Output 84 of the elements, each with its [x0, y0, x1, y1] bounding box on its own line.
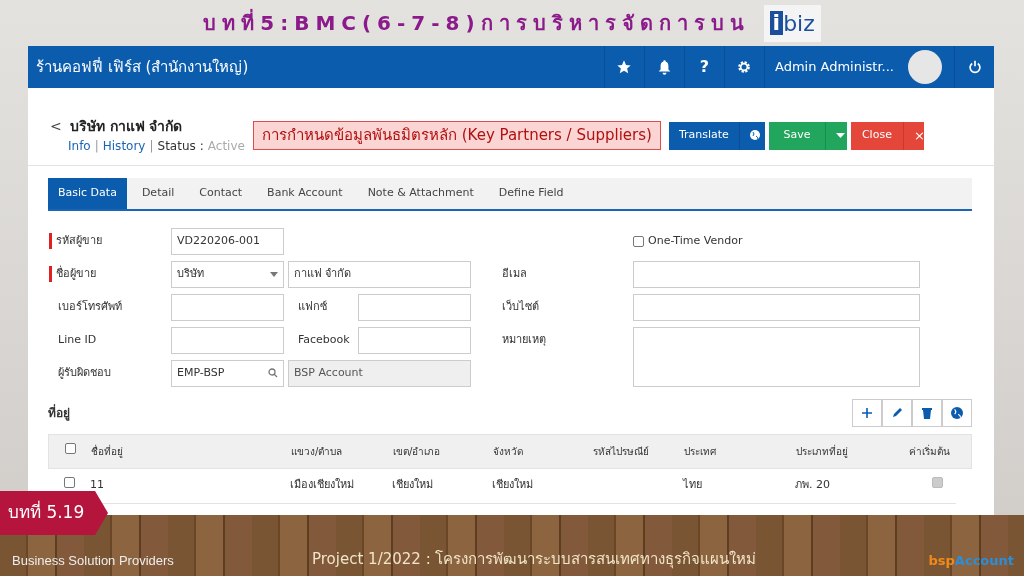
pencil-icon: [891, 407, 903, 418]
settings-icon: [736, 59, 753, 75]
input-field[interactable]: EMP-BSP: [171, 359, 284, 387]
column-header: จังหวัด: [493, 444, 524, 459]
help-button[interactable]: ?: [683, 46, 724, 88]
language-button[interactable]: [738, 121, 765, 150]
status-separator: :: [199, 138, 204, 155]
tab[interactable]: Bank Account: [257, 178, 353, 209]
add-button[interactable]: [852, 398, 882, 427]
logo: i biz: [763, 4, 821, 42]
input-field[interactable]: [171, 293, 284, 321]
field-label: เบอร์โทรศัพท์: [57, 298, 123, 315]
column-header: ประเภทที่อยู่: [796, 443, 849, 459]
column-header: เขต/อำเภอ: [393, 444, 442, 459]
footer-company: Business Solution Providers: [12, 551, 175, 570]
caret-icon: [270, 271, 278, 277]
status-label: Status: [157, 138, 196, 155]
tab[interactable]: Detail: [131, 178, 185, 209]
chapter-badge: บทที่ 5.19: [0, 491, 108, 535]
field-label: อีเมล: [501, 265, 528, 282]
brand-logo: bspAccount: [928, 551, 1014, 570]
status-value: Active: [207, 138, 245, 155]
column-header: ค่าเริ่มต้น: [909, 443, 951, 459]
field-label: Facebook: [297, 331, 351, 348]
globe-icon: [749, 130, 760, 141]
search-icon: [268, 368, 278, 378]
table-cell-text: ไทย: [683, 477, 703, 494]
checkbox[interactable]: One-Time Vendor: [633, 232, 920, 250]
tab[interactable]: Note & Attachment: [357, 178, 484, 209]
table-cell-text: 11: [90, 477, 105, 494]
record-title: บริษัท กาแฟ จำกัด: [69, 117, 183, 136]
field-label: แฟกซ์: [297, 298, 328, 315]
close-button[interactable]: Close: [850, 121, 903, 150]
input-field[interactable]: [633, 293, 920, 321]
slide-title: บทที่5:BMC(6-7-8)การบริหารจัดการบน: [203, 8, 750, 37]
field-label: เว็บไซต์: [501, 298, 540, 315]
link-separator: |: [94, 138, 99, 155]
globe-icon: [951, 406, 963, 419]
trash-icon: [922, 406, 932, 419]
link-separator: |: [149, 138, 154, 155]
caret-icon: [835, 132, 845, 138]
checkbox[interactable]: [65, 442, 76, 454]
table-cell-text: เชียงใหม่: [492, 477, 534, 494]
user-menu[interactable]: Admin Administr...: [774, 57, 894, 77]
column-header: แขวง/ตำบล: [291, 444, 344, 459]
plus-icon: [862, 407, 872, 418]
column-header: รหัสไปรษณีย์: [593, 444, 650, 459]
tab[interactable]: Basic Data: [48, 178, 127, 209]
field-label: ผู้รับผิดชอบ: [57, 364, 112, 381]
save-options-button[interactable]: [824, 121, 847, 150]
column-header: ประเทศ: [684, 444, 717, 459]
field-label: Line ID: [57, 331, 98, 348]
readonly-field: BSP Account: [288, 359, 471, 387]
input-field[interactable]: [358, 293, 471, 321]
table-cell-text: เมืองเชียงใหม่: [290, 477, 355, 494]
power-icon: [967, 60, 982, 74]
avatar: [908, 50, 942, 84]
bell-icon: [657, 59, 671, 75]
input-field[interactable]: VD220206-001: [171, 227, 284, 255]
tab[interactable]: Contact: [189, 178, 253, 209]
section-title: ที่อยู่: [48, 403, 70, 422]
footer-project: Project 1/2022 : โครงการพัฒนาระบบสารสนเทศทางธุรกิจแผนใหม่: [312, 548, 758, 570]
company-title: ร้านคอฟฟี่ เฟิร์ส (สำนักงานใหญ่): [35, 56, 250, 78]
select-field[interactable]: บริษัท: [171, 260, 284, 288]
table-cell-text: ภพ. 20: [795, 477, 831, 494]
checkbox[interactable]: [64, 477, 75, 489]
input-field[interactable]: [633, 260, 920, 288]
input-field[interactable]: [171, 326, 284, 354]
table-cell-text: เชียงใหม่: [392, 477, 434, 494]
star-icon: [616, 59, 633, 75]
edit-button[interactable]: [882, 398, 912, 427]
translate-button[interactable]: Translate: [668, 121, 739, 150]
annotation-callout: การกำหนดข้อมูลพันธมิตรหลัก (Key Partners / Suppliers): [252, 121, 661, 150]
input-field[interactable]: [358, 326, 471, 354]
record-link[interactable]: Info: [68, 137, 91, 155]
field-label: หมายเหตุ: [501, 331, 547, 348]
input-field[interactable]: กาแฟ จำกัด: [288, 260, 471, 288]
back-button[interactable]: <: [50, 116, 62, 137]
close-icon-button[interactable]: ×: [902, 121, 924, 150]
delete-button[interactable]: [912, 398, 942, 427]
column-header: ชื่อที่อยู่: [91, 443, 124, 459]
tab[interactable]: Define Field: [488, 178, 574, 209]
globe-button[interactable]: [942, 398, 972, 427]
record-link[interactable]: History: [102, 137, 146, 155]
